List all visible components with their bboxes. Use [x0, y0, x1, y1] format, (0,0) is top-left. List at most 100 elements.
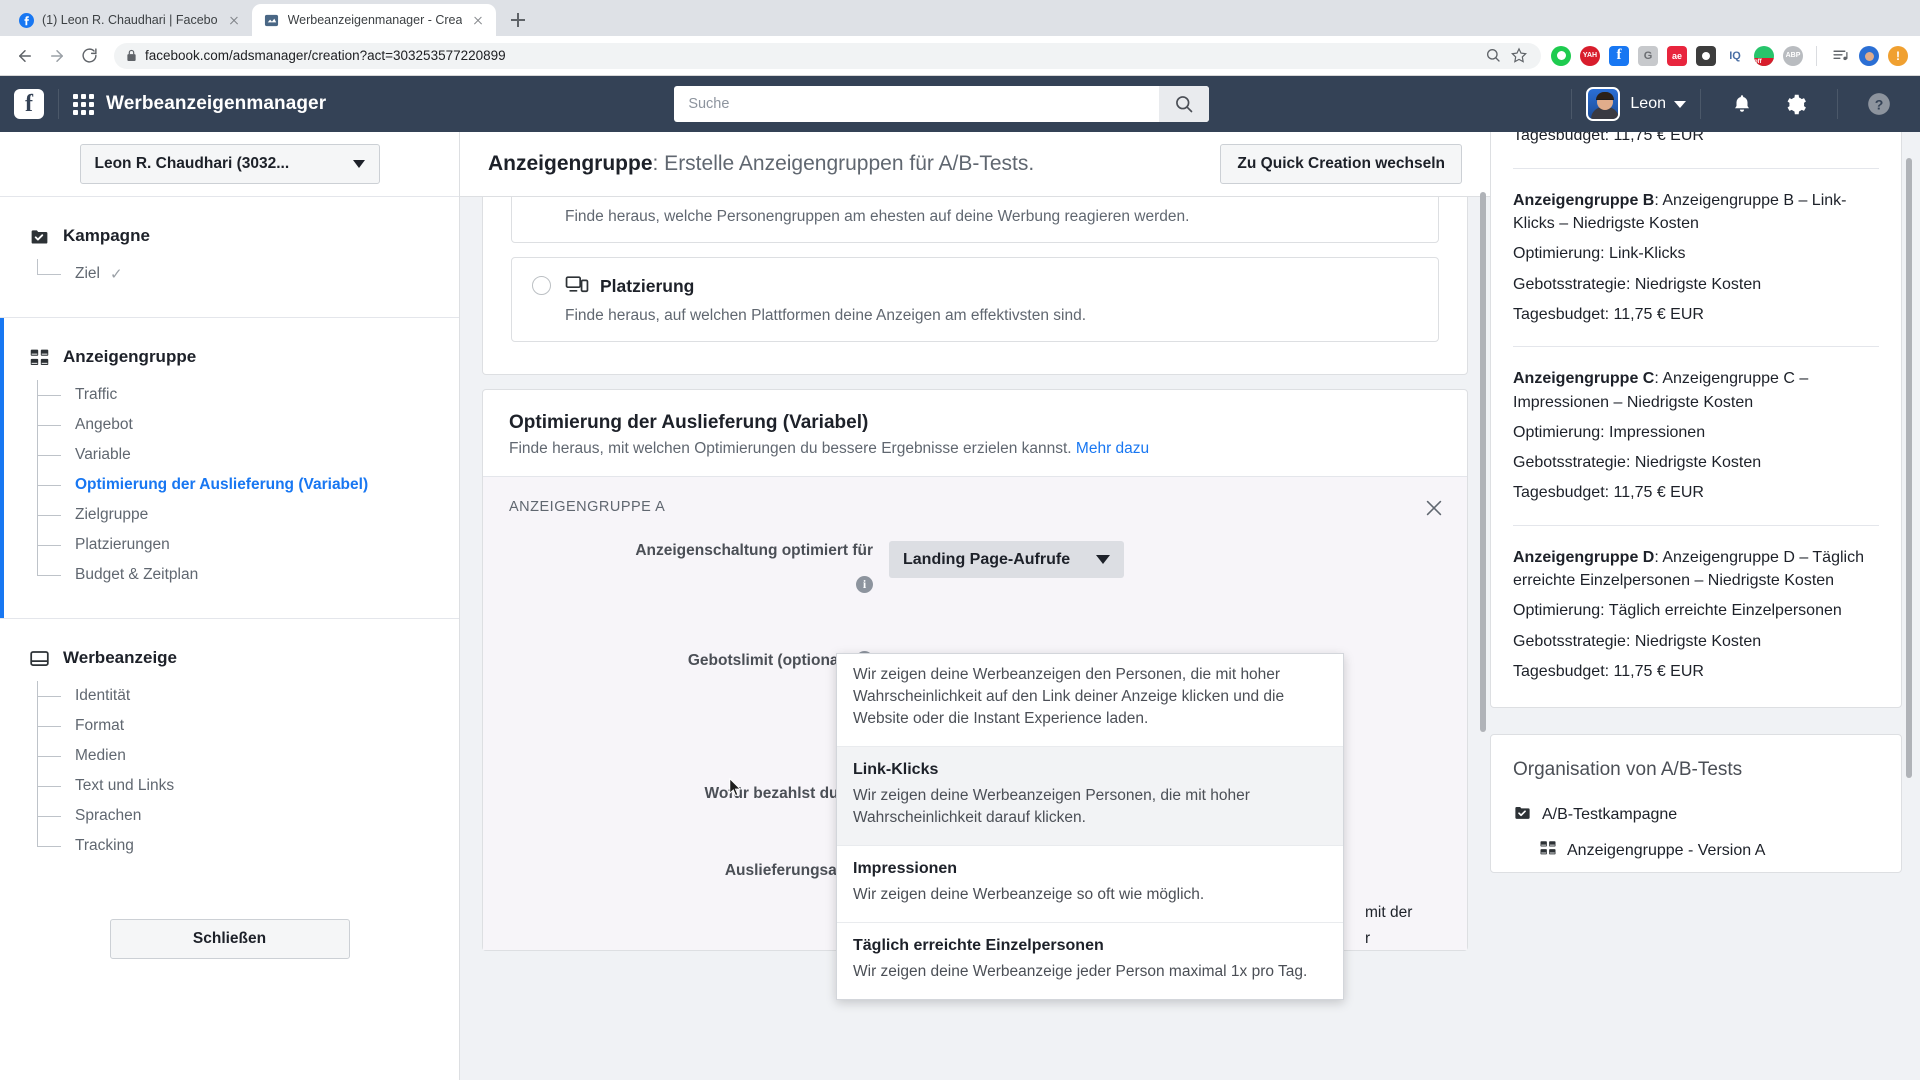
bookmark-star-icon[interactable]	[1511, 46, 1529, 65]
field-label-gebotslimit: Gebotslimit (optional) i	[509, 650, 889, 672]
sidebar-item-anzeigengruppe[interactable]: Anzeigengruppe	[28, 346, 459, 368]
close-icon[interactable]	[226, 12, 242, 28]
sidebar-item-identitaet[interactable]: Identität	[37, 681, 459, 711]
account-selector[interactable]: Leon R. Chaudhari (3032...	[79, 144, 380, 184]
close-icon[interactable]	[1423, 497, 1445, 519]
adblock-icon[interactable]: off	[1754, 45, 1774, 66]
pocket-icon[interactable]	[1696, 45, 1716, 66]
grammarly-icon[interactable]: G	[1638, 45, 1658, 66]
sidebar-section-werbeanzeige: Werbeanzeige Identität Format Medien Tex…	[0, 619, 459, 889]
yahoo-icon[interactable]: YAH	[1580, 45, 1600, 66]
back-icon[interactable]	[10, 41, 40, 71]
sidebar-item-tracking[interactable]: Tracking	[37, 831, 459, 861]
adset-summary-line: Tagesbudget: 11,75 € EUR	[1513, 304, 1879, 326]
sidebar-item-budget-zeitplan[interactable]: Budget & Zeitplan	[37, 560, 459, 590]
gear-icon[interactable]	[1769, 76, 1823, 132]
sidebar-item-optimierung[interactable]: Optimierung der Auslieferung (Variabel)	[37, 470, 459, 500]
optimization-heading: Optimierung der Auslieferung (Variabel)	[509, 412, 869, 433]
adset-summary-title: Anzeigengruppe C: Anzeigengruppe C – Imp…	[1513, 367, 1879, 413]
green-shield-icon[interactable]	[1551, 45, 1571, 66]
search-box[interactable]	[674, 86, 1210, 122]
variable-card-zielgruppe[interactable]: Zielgruppe Finde heraus, welche Personen…	[511, 197, 1439, 243]
ae-icon[interactable]: ae	[1667, 45, 1687, 66]
chevron-down-icon[interactable]	[1673, 100, 1686, 108]
browser-tab-1[interactable]: (1) Leon R. Chaudhari | Facebo	[6, 4, 252, 36]
facebook-icon	[18, 12, 34, 28]
mehr-dazu-link[interactable]: Mehr dazu	[1076, 440, 1149, 457]
profile-avatar-icon[interactable]	[1859, 45, 1879, 66]
line-key: Tagesbudget:	[1513, 484, 1614, 502]
adset-summary-block: Gebotsstrategie: Niedrigste Kosten Tages…	[1513, 132, 1879, 169]
adset-summary-line: Tagesbudget: 11,75 € EUR	[1513, 482, 1879, 504]
adset-summary-line: Optimierung: Link-Klicks	[1513, 243, 1879, 265]
sidebar-subnav: Identität Format Medien Text und Links S…	[37, 681, 459, 861]
search-input[interactable]	[674, 86, 1160, 122]
sidebar-item-ziel[interactable]: Ziel ✓	[37, 259, 459, 289]
divider	[1816, 45, 1817, 66]
sidebar-item-angebot[interactable]: Angebot	[37, 410, 459, 440]
dropdown-option-landing-page[interactable]: Wir zeigen deine Werbeanzeigen den Perso…	[837, 654, 1343, 747]
facebook-icon[interactable]: f	[1609, 45, 1629, 66]
tree-item-adset[interactable]: Anzeigengruppe - Version A	[1513, 833, 1879, 868]
dropdown-option-impressionen[interactable]: Impressionen Wir zeigen deine Werbeanzei…	[837, 846, 1343, 923]
sidebar-section-anzeigengruppe: Anzeigengruppe Traffic Angebot Variable …	[0, 318, 459, 619]
sidebar-item-zielgruppe[interactable]: Zielgruppe	[37, 500, 459, 530]
sidebar-item-medien[interactable]: Medien	[37, 741, 459, 771]
adset-summary-title: Anzeigengruppe D: Anzeigengruppe D – Täg…	[1513, 546, 1879, 592]
main-scrollbar[interactable]	[1480, 192, 1486, 732]
zoom-icon[interactable]	[1485, 47, 1503, 65]
radio-platzierung[interactable]	[532, 276, 551, 295]
adset-summary-line: Tagesbudget: 11,75 € EUR	[1513, 132, 1879, 148]
forward-icon[interactable]	[42, 41, 72, 71]
chevron-down-icon	[352, 160, 365, 168]
apps-grid-icon[interactable]	[73, 93, 94, 115]
dropdown-option-taeglich-erreichte-einzelpersonen[interactable]: Täglich erreichte Einzelpersonen Wir zei…	[837, 923, 1343, 999]
avatar[interactable]	[1586, 87, 1621, 121]
search-button[interactable]	[1159, 86, 1210, 122]
line-key: Tagesbudget:	[1513, 132, 1614, 145]
chevron-down-icon	[1096, 555, 1111, 564]
new-tab-button[interactable]	[504, 6, 532, 34]
variable-card-title: Platzierung	[600, 276, 695, 296]
optimization-goal-select[interactable]: Landing Page-Aufrufe	[889, 541, 1125, 578]
sidebar-item-variable[interactable]: Variable	[37, 440, 459, 470]
adset-grid-icon	[28, 346, 50, 368]
field-label-optimierung: Anzeigenschaltung optimiert für i	[509, 541, 889, 595]
sidebar-item-sprachen[interactable]: Sprachen	[37, 801, 459, 831]
sidebar-item-traffic[interactable]: Traffic	[37, 380, 459, 410]
adset-summary-line: Optimierung: Impressionen	[1513, 422, 1879, 444]
bell-icon[interactable]	[1715, 76, 1769, 132]
optimization-goal-dropdown[interactable]: Wir zeigen deine Werbeanzeigen den Perso…	[836, 653, 1344, 1000]
tree-item-campaign[interactable]: A/B-Testkampagne	[1513, 797, 1879, 833]
variable-card-platzierung[interactable]: Platzierung Finde heraus, auf welchen Pl…	[511, 257, 1439, 342]
abp-icon[interactable]: ABP	[1783, 45, 1803, 66]
reload-icon[interactable]	[74, 41, 104, 71]
browser-tab-2-title: Werbeanzeigenmanager - Crea	[287, 13, 463, 27]
sidebar-item-label: Ziel	[75, 265, 100, 282]
sidebar-item-werbeanzeige[interactable]: Werbeanzeige	[28, 647, 459, 669]
close-button[interactable]: Schließen	[109, 919, 350, 959]
address-bar[interactable]: facebook.com/adsmanager/creation?act=303…	[114, 42, 1541, 69]
close-icon[interactable]	[470, 12, 486, 28]
page-title-rest: : Erstelle Anzeigengruppen für A/B-Tests…	[652, 152, 1035, 175]
line-val: Niedrigste Kosten	[1634, 632, 1762, 650]
line-val: Niedrigste Kosten	[1634, 454, 1762, 472]
sidebar-item-label: Traffic	[75, 386, 118, 403]
browser-tab-2[interactable]: Werbeanzeigenmanager - Crea	[251, 4, 497, 36]
field-label-text: Auslieferungsart	[724, 861, 848, 879]
sidebar-item-platzierungen[interactable]: Platzierungen	[37, 530, 459, 560]
sidebar-item-text-und-links[interactable]: Text und Links	[37, 771, 459, 801]
adset-summary-line: Optimierung: Täglich erreichte Einzelper…	[1513, 600, 1879, 622]
dropdown-option-link-klicks[interactable]: Link-Klicks Wir zeigen deine Werbeanzeig…	[837, 747, 1343, 846]
iq-icon[interactable]: IQ	[1725, 46, 1745, 66]
info-icon[interactable]: i	[856, 575, 873, 593]
right-sidebar-scrollbar[interactable]	[1906, 158, 1912, 778]
user-name[interactable]: Leon	[1630, 95, 1666, 113]
sidebar-item-format[interactable]: Format	[37, 711, 459, 741]
quick-creation-button[interactable]: Zu Quick Creation wechseln	[1220, 144, 1462, 184]
reading-list-icon[interactable]	[1830, 46, 1850, 66]
sidebar-item-kampagne[interactable]: Kampagne	[28, 225, 459, 247]
facebook-logo[interactable]: f	[14, 89, 44, 119]
question-mark-icon[interactable]: ?	[1852, 76, 1906, 132]
update-alert-icon[interactable]: !	[1888, 45, 1908, 66]
